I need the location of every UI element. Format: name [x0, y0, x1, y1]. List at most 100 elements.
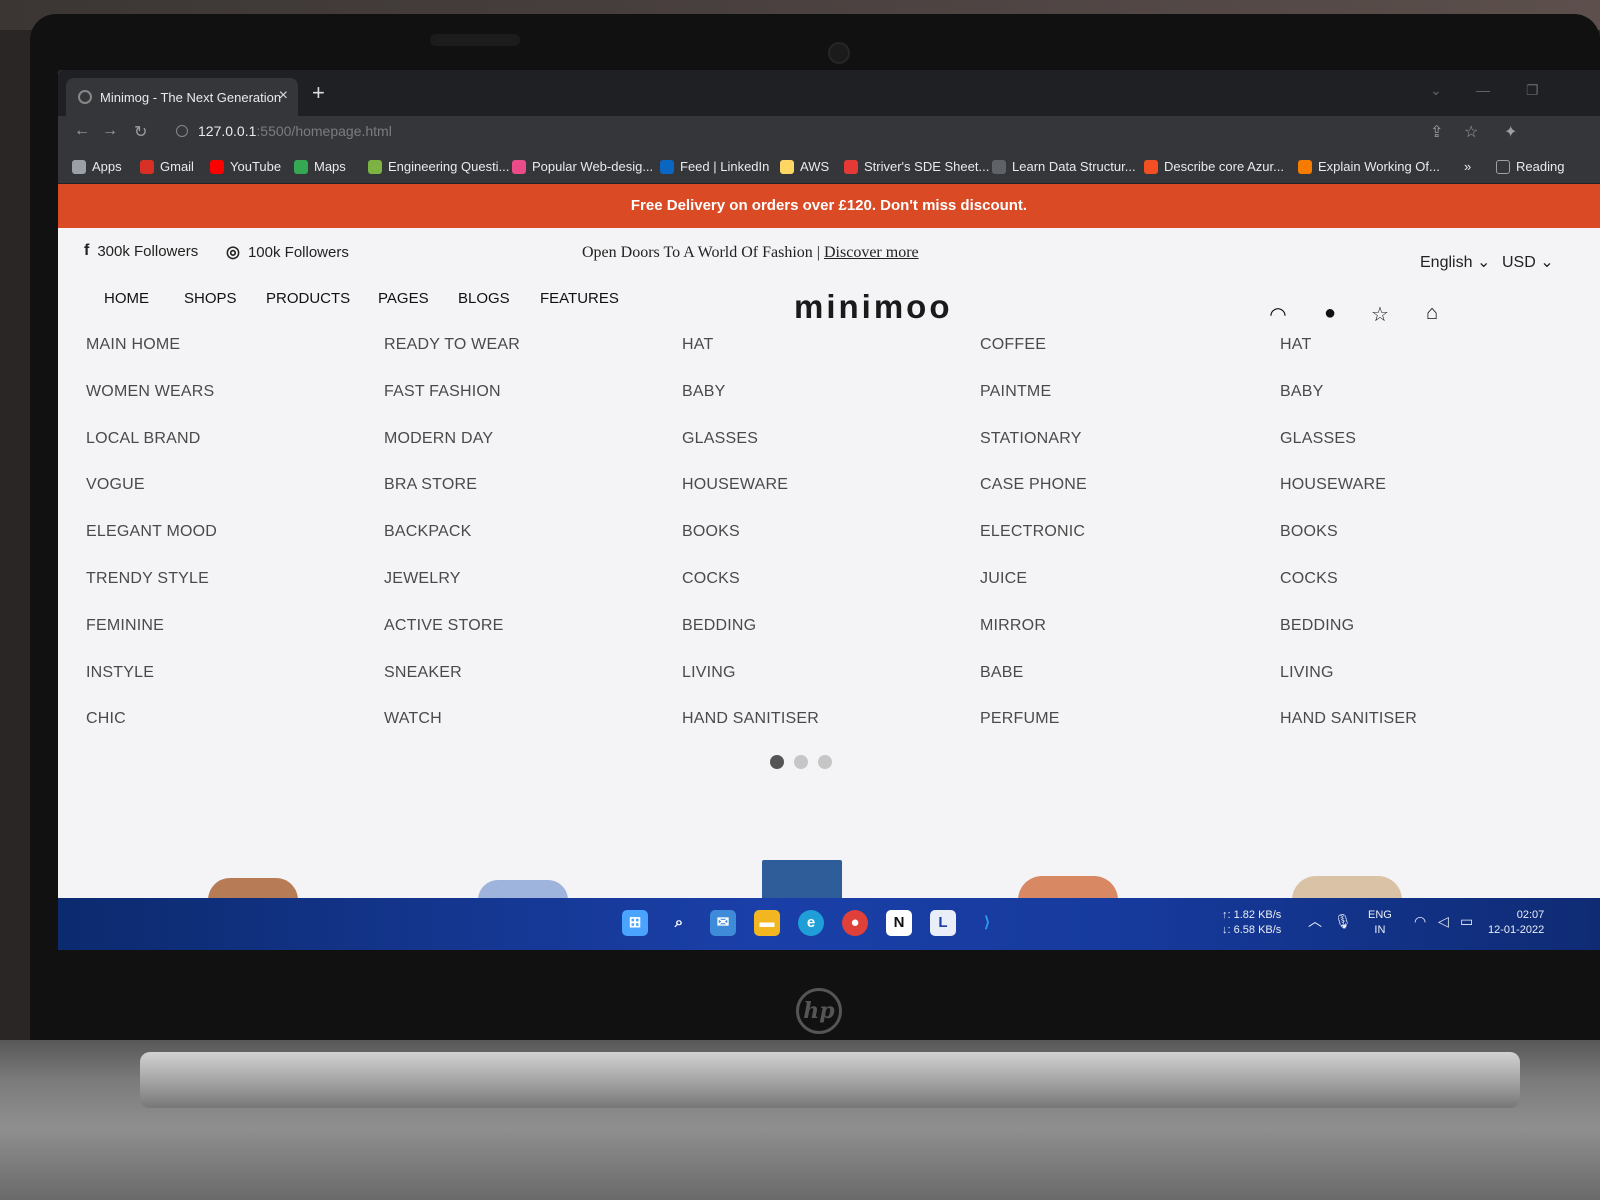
show-hidden-icons[interactable]: ︿ [1308, 914, 1322, 929]
nav-products[interactable]: PRODUCTS [266, 290, 350, 307]
mega-menu-item[interactable]: ACTIVE STORE [384, 617, 664, 664]
product-thumbnail[interactable] [208, 878, 298, 900]
bookmark-cc[interactable]: Learn Data Structur... [992, 159, 1136, 174]
mega-menu-item[interactable]: WOMEN WEARS [86, 383, 366, 430]
mega-menu-item[interactable]: VOGUE [86, 476, 366, 523]
mega-menu-item[interactable]: CHIC [86, 710, 366, 757]
bookmark-folder[interactable]: AWS [780, 159, 829, 174]
pagination-dot[interactable] [818, 755, 832, 769]
url-field[interactable]: 127.0.0.1:5500/homepage.html [198, 123, 392, 139]
battery-icon[interactable]: ▭ [1460, 914, 1473, 929]
reload-icon[interactable]: ↻ [134, 122, 147, 142]
vscode-icon[interactable]: ⟩ [974, 910, 1000, 936]
edge-icon[interactable]: e [798, 910, 824, 936]
extensions-icon[interactable]: ✦ [1504, 122, 1517, 142]
windows-start-icon[interactable]: ⊞ [622, 910, 648, 936]
mega-menu-item[interactable]: HOUSEWARE [1280, 476, 1560, 523]
nav-pages[interactable]: PAGES [378, 290, 429, 307]
nav-home[interactable]: HOME [104, 290, 149, 307]
notion-icon[interactable]: N [886, 910, 912, 936]
mega-menu-item[interactable]: LOCAL BRAND [86, 430, 366, 477]
mega-menu-item[interactable]: PERFUME [980, 710, 1260, 757]
bookmark-linkedin[interactable]: Feed | LinkedIn [660, 159, 769, 174]
mega-menu-item[interactable]: FAST FASHION [384, 383, 664, 430]
mega-menu-item[interactable]: LIVING [682, 664, 962, 711]
bookmark-dribbble[interactable]: Popular Web-desig... [512, 159, 653, 174]
restore-icon[interactable]: ❐ [1526, 82, 1539, 99]
mega-menu-item[interactable]: BABY [1280, 383, 1560, 430]
mega-menu-item[interactable]: PAINTME [980, 383, 1260, 430]
search-icon[interactable]: ◠ [1266, 302, 1290, 326]
mega-menu-item[interactable]: BRA STORE [384, 476, 664, 523]
bookmark-microsoft[interactable]: Describe core Azur... [1144, 159, 1284, 174]
tab-search-icon[interactable]: ⌄ [1430, 82, 1442, 99]
mega-menu-item[interactable]: BABY [682, 383, 962, 430]
bookmark-apps-grid[interactable]: Apps [72, 159, 122, 174]
bookmark-leaf[interactable]: Engineering Questi... [368, 159, 509, 174]
share-icon[interactable]: ⇪ [1430, 122, 1443, 142]
product-thumbnail[interactable] [1292, 876, 1402, 900]
mega-menu-item[interactable]: MODERN DAY [384, 430, 664, 477]
language-selector[interactable]: English ⌄ [1420, 252, 1490, 272]
clock[interactable]: 02:07 12-01-2022 [1488, 908, 1544, 938]
cart-icon[interactable]: ⌂ [1420, 302, 1444, 324]
mega-menu-item[interactable]: FEMININE [86, 617, 366, 664]
mega-menu-item[interactable]: HAND SANITISER [1280, 710, 1560, 757]
mega-menu-item[interactable]: INSTYLE [86, 664, 366, 711]
input-language[interactable]: ENG IN [1368, 908, 1392, 938]
mega-menu-item[interactable]: CASE PHONE [980, 476, 1260, 523]
mega-menu-item[interactable]: COFFEE [980, 336, 1260, 383]
mega-menu-item[interactable]: BEDDING [682, 617, 962, 664]
forward-icon[interactable]: → [102, 122, 118, 140]
bookmark-gmail[interactable]: Gmail [140, 159, 194, 174]
mega-menu-item[interactable]: LIVING [1280, 664, 1560, 711]
product-thumbnail[interactable] [762, 860, 842, 900]
mega-menu-item[interactable]: COCKS [1280, 570, 1560, 617]
mega-menu-item[interactable]: WATCH [384, 710, 664, 757]
discover-more-link[interactable]: Discover more [824, 244, 919, 261]
mega-menu-item[interactable]: READY TO WEAR [384, 336, 664, 383]
wishlist-icon[interactable]: ☆ [1368, 302, 1392, 326]
pagination-dot[interactable] [770, 755, 784, 769]
mega-menu-item[interactable]: HAT [682, 336, 962, 383]
instagram-link[interactable]: ◎ 100k Followers [226, 242, 349, 262]
mega-menu-item[interactable]: GLASSES [1280, 430, 1560, 477]
mega-menu-item[interactable]: MAIN HOME [86, 336, 366, 383]
mega-menu-item[interactable]: TRENDY STYLE [86, 570, 366, 617]
mega-menu-item[interactable]: COCKS [682, 570, 962, 617]
volume-icon[interactable]: ◁ [1438, 914, 1449, 929]
mega-menu-item[interactable]: BEDDING [1280, 617, 1560, 664]
mail-icon[interactable]: ✉ [710, 910, 736, 936]
bookmark-star-icon[interactable]: ☆ [1464, 122, 1478, 142]
currency-selector[interactable]: USD ⌄ [1502, 252, 1554, 272]
browser-tab[interactable]: Minimog - The Next Generation × [66, 78, 298, 116]
bookmark-youtube[interactable]: YouTube [210, 159, 281, 174]
facebook-link[interactable]: f 300k Followers [84, 242, 198, 260]
pagination-dot[interactable] [794, 755, 808, 769]
close-tab-icon[interactable]: × [279, 87, 288, 105]
mega-menu-item[interactable]: BABE [980, 664, 1260, 711]
new-tab-button[interactable]: + [312, 80, 325, 106]
mega-menu-item[interactable]: BACKPACK [384, 523, 664, 570]
nav-blogs[interactable]: BLOGS [458, 290, 510, 307]
mega-menu-item[interactable]: JUICE [980, 570, 1260, 617]
microphone-icon[interactable]: 🎙 [1334, 914, 1352, 929]
mega-menu-item[interactable]: JEWELRY [384, 570, 664, 617]
account-icon[interactable]: ● [1318, 302, 1342, 324]
product-thumbnail[interactable] [478, 880, 568, 900]
search-icon[interactable]: ⌕ [666, 910, 692, 936]
mega-menu-item[interactable]: HAT [1280, 336, 1560, 383]
chrome-icon[interactable]: ● [842, 910, 868, 936]
nav-features[interactable]: FEATURES [540, 290, 619, 307]
file-explorer-icon[interactable]: ▬ [754, 910, 780, 936]
back-icon[interactable]: ← [74, 122, 90, 140]
mega-menu-item[interactable]: HOUSEWARE [682, 476, 962, 523]
reading-list[interactable]: Reading [1496, 159, 1564, 174]
nav-shops[interactable]: SHOPS [184, 290, 237, 307]
mega-menu-item[interactable]: SNEAKER [384, 664, 664, 711]
mega-menu-item[interactable]: ELEGANT MOOD [86, 523, 366, 570]
mega-menu-item[interactable]: BOOKS [682, 523, 962, 570]
site-logo[interactable]: minimoo [794, 288, 953, 326]
wifi-icon[interactable]: ◠ [1414, 914, 1426, 929]
bookmark-hook[interactable]: Explain Working Of... [1298, 159, 1440, 174]
